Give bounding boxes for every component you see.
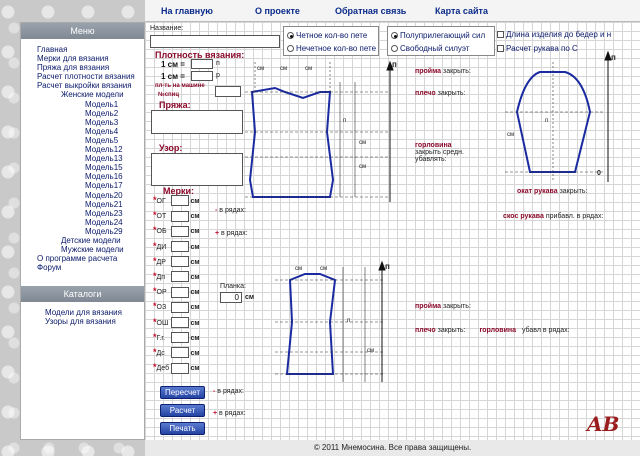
dim-label: см <box>257 66 265 72</box>
dim-label: см <box>359 164 367 170</box>
menu-item[interactable]: Форум <box>37 263 144 272</box>
pattern-diagrams <box>245 50 612 382</box>
nav-about-link[interactable]: О проекте <box>255 6 300 16</box>
dim-label: см <box>367 348 375 354</box>
sleeve-zero-label: 0 <box>597 170 601 177</box>
menu-item[interactable]: О программе расчета <box>37 254 144 263</box>
menu-item[interactable]: Модель4 <box>37 127 144 136</box>
catalog-list: Модели для вязания Узоры для вязания <box>21 302 144 326</box>
dim-label: см <box>507 132 515 138</box>
menu-item[interactable]: Главная <box>37 45 144 54</box>
site-logo: AB <box>587 412 620 436</box>
menu-item[interactable]: Модель20 <box>37 191 144 200</box>
menu-item[interactable]: Модель15 <box>37 163 144 172</box>
catalog-item[interactable]: Модели для вязания <box>45 308 144 317</box>
menu-header: Меню <box>21 23 144 39</box>
nav-home-link[interactable]: На главную <box>161 6 213 16</box>
dim-label: п <box>347 318 351 324</box>
dim-label: п <box>343 118 347 124</box>
menu-item[interactable]: Модель2 <box>37 109 144 118</box>
neck-block: горловина закрыть средн. убавлять: <box>415 142 464 163</box>
dim-label: см <box>320 266 328 272</box>
sleeve-pattern <box>505 62 609 182</box>
menu-item[interactable]: Модель3 <box>37 118 144 127</box>
dim-label: п <box>545 118 549 124</box>
dim-label: см <box>280 66 288 72</box>
sidebar: Меню Главная Мерки для вязания Пряжа для… <box>20 22 145 440</box>
dim-label: см <box>359 140 367 146</box>
catalog-header: Каталоги <box>21 286 144 303</box>
shoulder-close-row: плечо закрыть: <box>415 90 466 97</box>
menu-item[interactable]: Модель23 <box>37 209 144 218</box>
menu-item[interactable]: Модель29 <box>37 227 144 236</box>
menu-item[interactable]: Модель16 <box>37 172 144 181</box>
sleeve-bevel-row: скос рукава прибавл. в рядах: <box>503 213 604 220</box>
menu-item[interactable]: Модель1 <box>37 100 144 109</box>
armhole-close-row-2: пройма закрыть: <box>415 303 471 310</box>
menu-item[interactable]: Модель17 <box>37 181 144 190</box>
sleeve-cap-row: окат рукава закрыть: <box>517 188 588 195</box>
axis-p-label-1: п <box>392 60 397 69</box>
catalog-item[interactable]: Узоры для вязания <box>45 317 144 326</box>
menu-list: Главная Мерки для вязания Пряжа для вяза… <box>21 39 144 272</box>
menu-item[interactable]: Расчет выкройки вязания <box>37 81 144 90</box>
menu-item[interactable]: Модель24 <box>37 218 144 227</box>
shoulder-neck-row: плечо закрыть: горловина убавл в рядах: <box>415 327 570 334</box>
menu-item[interactable]: Детские модели <box>37 236 144 245</box>
top-navigation: На главную О проекте Обратная связь Карт… <box>145 0 640 22</box>
menu-item[interactable]: Модель21 <box>37 200 144 209</box>
nav-feedback-link[interactable]: Обратная связь <box>335 6 406 16</box>
menu-item[interactable]: Модель5 <box>37 136 144 145</box>
menu-item[interactable]: Модель12 <box>37 145 144 154</box>
axis-p-label-2: п <box>611 53 616 62</box>
menu-item[interactable]: Мерки для вязания <box>37 54 144 63</box>
menu-item[interactable]: Женские модели <box>37 90 144 99</box>
nav-sitemap-link[interactable]: Карта сайта <box>435 6 488 16</box>
dim-label: см <box>305 66 313 72</box>
lower-front-pattern <box>275 267 385 382</box>
armhole-close-row: пройма закрыть: <box>415 68 471 75</box>
menu-item[interactable]: Модель13 <box>37 154 144 163</box>
axis-p-label-3: п <box>385 262 390 271</box>
menu-item[interactable]: Мужские модели <box>37 245 144 254</box>
menu-item[interactable]: Расчет плотности вязания <box>37 72 144 81</box>
upper-back-pattern <box>245 62 390 198</box>
dim-label: см <box>295 266 303 272</box>
menu-item[interactable]: Пряжа для вязания <box>37 63 144 72</box>
footer: © 2011 Мнемосина. Все права защищены. <box>145 440 640 456</box>
calculator-workspace: Название: Плотность вязания: 1 см = п 1 … <box>145 22 640 440</box>
